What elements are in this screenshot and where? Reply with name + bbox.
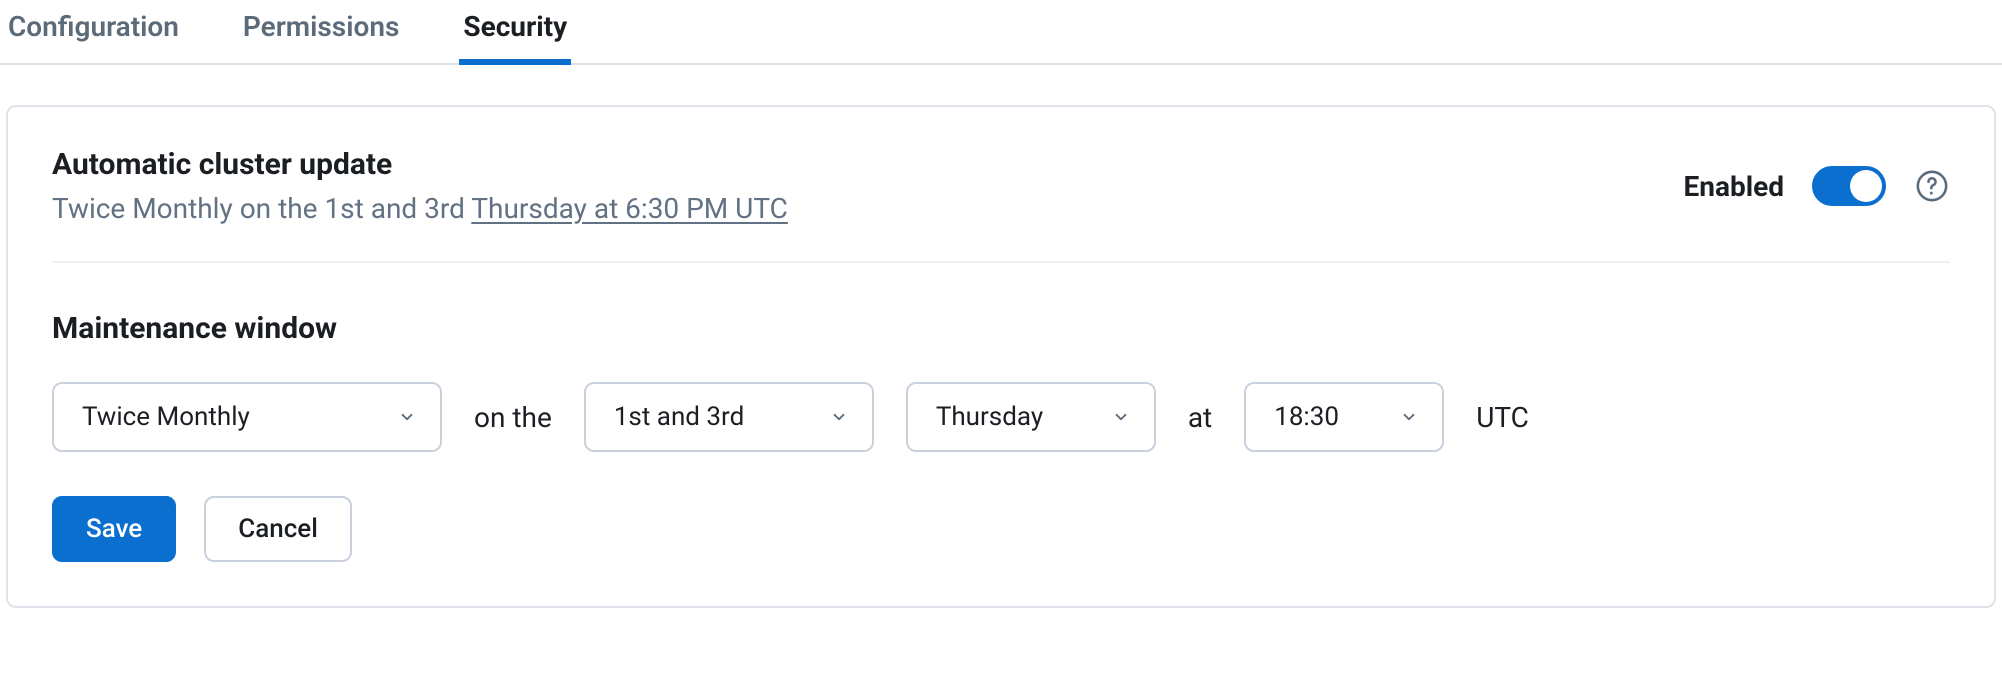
automatic-update-schedule: Twice Monthly on the 1st and 3rd Thursda… <box>52 192 1684 225</box>
tab-permissions[interactable]: Permissions <box>239 0 403 63</box>
automatic-update-controls: Enabled <box>1684 166 1950 206</box>
chevron-down-icon <box>1398 406 1420 428</box>
toggle-knob <box>1850 170 1882 202</box>
automatic-update-title: Automatic cluster update <box>52 147 1684 182</box>
day-select[interactable]: Thursday <box>906 382 1156 452</box>
enabled-label: Enabled <box>1684 170 1784 203</box>
security-card: Automatic cluster update Twice Monthly o… <box>6 105 1996 608</box>
ordinal-select[interactable]: 1st and 3rd <box>584 382 874 452</box>
chevron-down-icon <box>828 406 850 428</box>
tab-configuration[interactable]: Configuration <box>4 0 183 63</box>
maintenance-window-title: Maintenance window <box>52 311 1950 346</box>
tab-security[interactable]: Security <box>459 0 571 63</box>
cancel-button[interactable]: Cancel <box>204 496 352 562</box>
tab-bar: Configuration Permissions Security <box>0 0 2002 65</box>
schedule-link[interactable]: Thursday at 6:30 PM UTC <box>471 192 788 225</box>
time-select[interactable]: 18:30 <box>1244 382 1444 452</box>
ordinal-value: 1st and 3rd <box>614 402 744 432</box>
help-icon[interactable] <box>1914 168 1950 204</box>
on-the-label: on the <box>474 401 552 434</box>
frequency-value: Twice Monthly <box>82 402 250 432</box>
at-label: at <box>1188 401 1212 434</box>
time-value: 18:30 <box>1274 402 1339 432</box>
frequency-select[interactable]: Twice Monthly <box>52 382 442 452</box>
maintenance-row: Twice Monthly on the 1st and 3rd Thursda… <box>52 382 1950 452</box>
schedule-prefix: Twice Monthly on the 1st and 3rd <box>52 192 471 225</box>
automatic-update-header: Automatic cluster update Twice Monthly o… <box>52 147 1950 263</box>
utc-label: UTC <box>1476 401 1529 434</box>
automatic-update-text: Automatic cluster update Twice Monthly o… <box>52 147 1684 225</box>
save-button[interactable]: Save <box>52 496 176 562</box>
action-buttons: Save Cancel <box>52 496 1950 562</box>
enabled-toggle[interactable] <box>1812 166 1886 206</box>
day-value: Thursday <box>936 402 1043 432</box>
chevron-down-icon <box>1110 406 1132 428</box>
chevron-down-icon <box>396 406 418 428</box>
